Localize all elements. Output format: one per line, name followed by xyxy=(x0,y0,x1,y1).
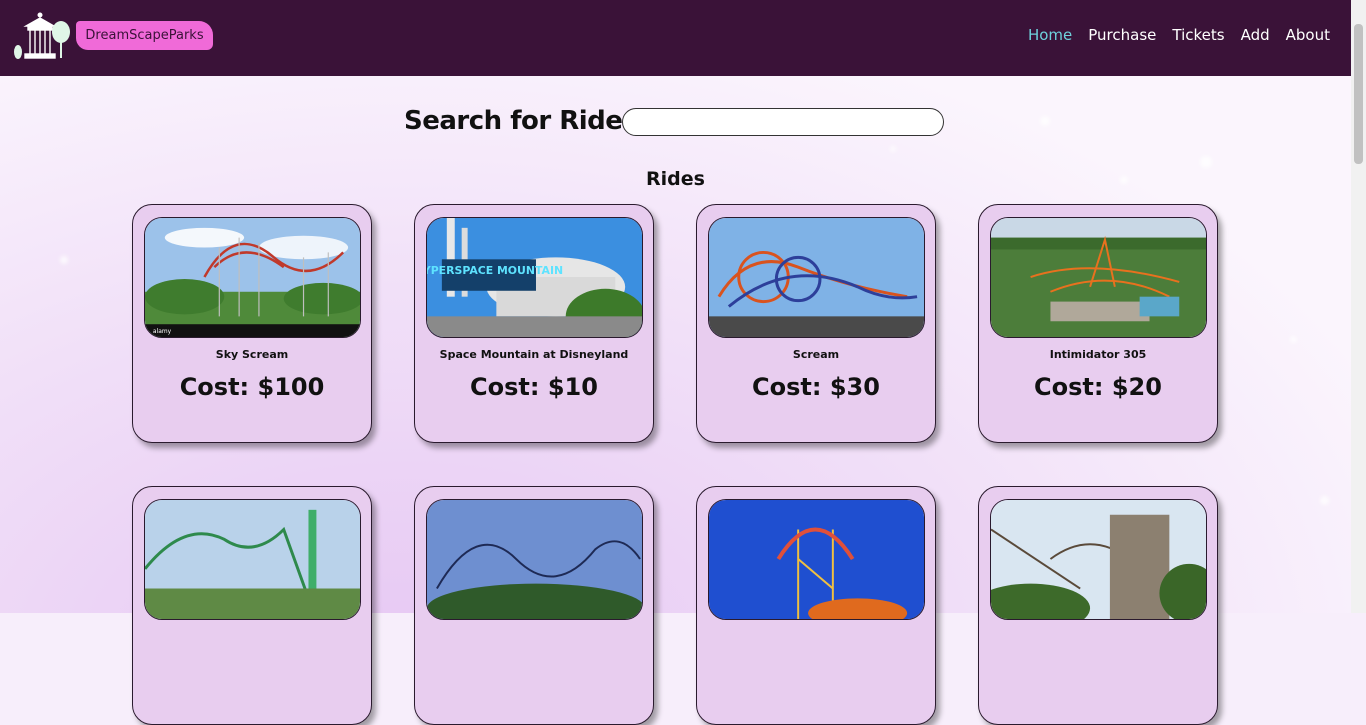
photo-watermark: alamy xyxy=(153,329,172,335)
ride-card[interactable]: Intimidator 305 Cost: $20 xyxy=(978,204,1218,443)
ride-photo xyxy=(990,499,1207,620)
ride-cost: Cost: $100 xyxy=(179,373,325,401)
search-label: Search for Rides: xyxy=(404,106,648,136)
ride-name: Space Mountain at Disneyland xyxy=(439,348,629,361)
nav-purchase[interactable]: Purchase xyxy=(1088,25,1156,45)
ride-name: Sky Scream xyxy=(215,348,289,361)
ride-photo: alamy xyxy=(144,217,361,338)
rides-heading: Rides xyxy=(646,168,705,190)
ride-photo: HYPERSPACE MOUNTAIN xyxy=(426,217,643,338)
ride-name: Scream xyxy=(792,348,840,361)
nav-add[interactable]: Add xyxy=(1241,25,1270,45)
ride-photo xyxy=(990,217,1207,338)
scrollbar-thumb[interactable] xyxy=(1354,24,1363,164)
ride-card[interactable] xyxy=(414,486,654,725)
nav-about[interactable]: About xyxy=(1286,25,1330,45)
ride-card[interactable] xyxy=(696,486,936,725)
ride-card[interactable] xyxy=(132,486,372,725)
ride-cost: Cost: $10 xyxy=(470,373,598,401)
ride-photo xyxy=(708,217,925,338)
brand-name[interactable]: DreamScapeParks xyxy=(76,21,213,50)
ride-cost: Cost: $20 xyxy=(1034,373,1162,401)
ride-cost: Cost: $30 xyxy=(752,373,880,401)
nav-home[interactable]: Home xyxy=(1028,25,1072,45)
top-navbar: DreamScapeParks Home Purchase Tickets Ad… xyxy=(0,0,1351,76)
ride-card[interactable]: HYPERSPACE MOUNTAIN Space Mountain at Di… xyxy=(414,204,654,443)
ride-card[interactable]: Scream Cost: $30 xyxy=(696,204,936,443)
search-input[interactable] xyxy=(622,108,944,136)
page-scrollbar[interactable] xyxy=(1351,0,1366,613)
park-logo-icon[interactable] xyxy=(12,12,74,60)
ride-sign: HYPERSPACE MOUNTAIN xyxy=(427,264,563,277)
ride-photo xyxy=(708,499,925,620)
ride-photo xyxy=(144,499,361,620)
ride-name: Intimidator 305 xyxy=(1049,348,1147,361)
main-nav: Home Purchase Tickets Add About xyxy=(1028,25,1330,45)
ride-card[interactable] xyxy=(978,486,1218,725)
ride-card[interactable]: alamy Sky Scream Cost: $100 xyxy=(132,204,372,443)
nav-tickets[interactable]: Tickets xyxy=(1172,25,1224,45)
ride-photo xyxy=(426,499,643,620)
